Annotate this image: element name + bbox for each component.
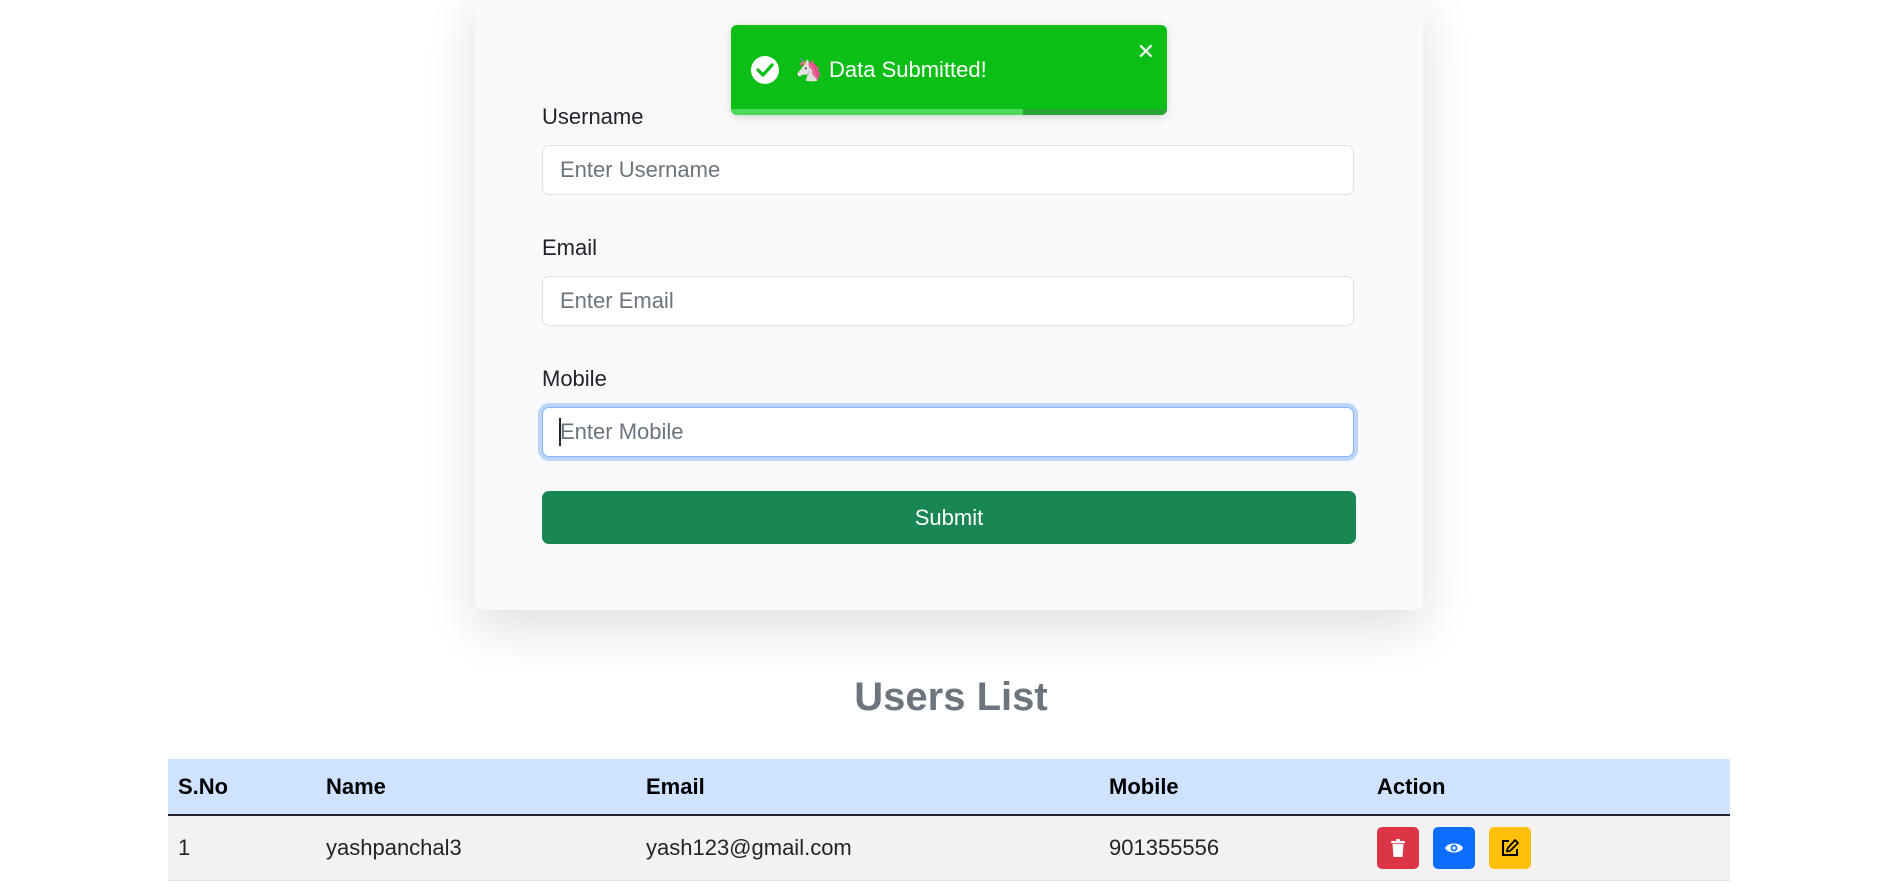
view-button[interactable] [1433,827,1476,869]
cell-mobile: 901355556 [1099,815,1367,881]
cell-name: yashpanchal3 [316,815,636,881]
cell-mobile [1099,880,1367,894]
column-header-name: Name [316,759,636,816]
table-row [168,880,1730,894]
toast-progress-track [731,109,1167,115]
submit-button[interactable]: Submit [542,491,1356,544]
cell-actions [1367,815,1730,881]
mobile-input[interactable] [542,407,1354,457]
edit-icon [1502,839,1520,856]
mobile-label: Mobile [542,366,607,391]
cell-actions [1367,880,1730,894]
column-header-action: Action [1367,759,1730,816]
toast-progress-bar [731,109,1024,115]
column-header-mobile: Mobile [1099,759,1367,816]
email-label: Email [542,235,598,260]
column-header-email: Email [636,759,1099,816]
text-cursor [559,418,561,446]
username-input[interactable] [542,145,1354,195]
username-label: Username [542,104,644,129]
cell-email: yash123@gmail.com [636,815,1099,881]
eye-icon [1445,843,1464,853]
check-circle-icon [751,56,779,84]
users-list-title: Users List [854,675,1048,719]
page: Username Email Mobile Submit 🦄 Data Subm… [0,0,1902,894]
cell-name [316,880,636,894]
close-icon[interactable]: ✕ [1137,41,1155,63]
column-header-sno: S.No [168,759,316,816]
email-input[interactable] [542,276,1354,326]
edit-button[interactable] [1489,827,1532,869]
users-table: S.No Name Email Mobile Action 1 yashpanc… [168,759,1730,894]
cell-sno: 1 [168,815,316,881]
success-toast: 🦄 Data Submitted! ✕ [731,25,1167,115]
delete-button[interactable] [1377,827,1419,869]
toast-message: Data Submitted! [829,57,987,82]
table-row: 1 yashpanchal3 yash123@gmail.com 9013555… [168,815,1730,881]
cell-email [636,880,1099,894]
unicorn-icon: 🦄 [795,57,823,82]
cell-sno [168,880,316,894]
table-header-row: S.No Name Email Mobile Action [168,759,1730,816]
trash-icon [1391,839,1405,857]
